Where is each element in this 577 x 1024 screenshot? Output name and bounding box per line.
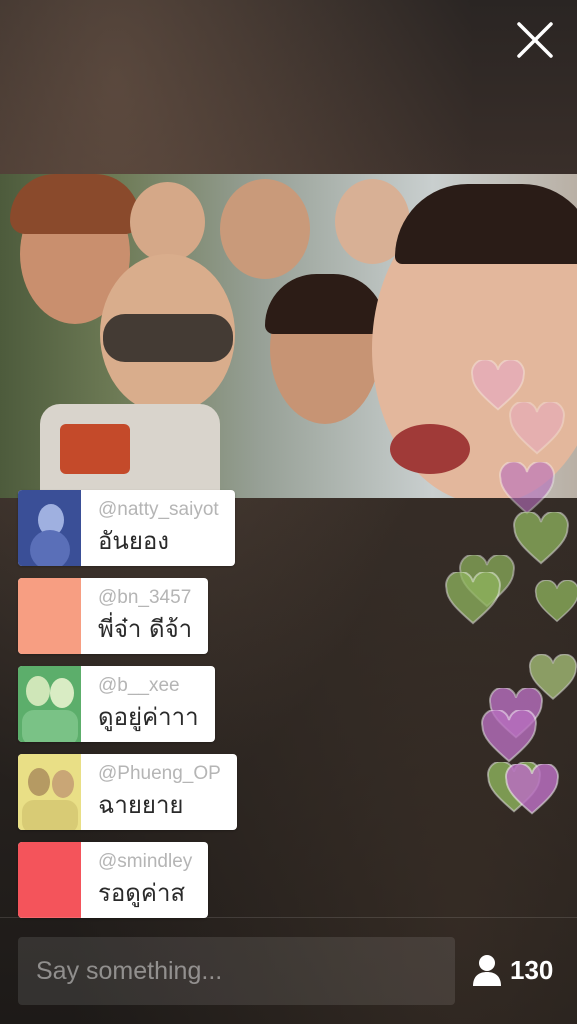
comment-username: @natty_saiyot [98,499,219,520]
heart-icon [513,512,569,565]
comment-message: พี่จ๋า ดีจ้า [98,615,193,643]
comment-input[interactable] [18,937,455,1005]
comment-username: @b__xee [98,675,180,696]
comment-item: @Phueng_OP ฉายยาย [18,754,237,830]
avatar [18,578,81,654]
comment-message: ดูอยู่ค่าาา [98,703,199,731]
comment-username: @Phueng_OP [98,763,221,784]
heart-icon [534,580,577,623]
comment-username: @smindley [98,851,193,872]
comment-message: ฉายยาย [98,791,184,819]
sunglasses [103,314,233,362]
close-button[interactable] [515,20,555,60]
heart-icon [505,764,559,815]
avatar [18,754,81,830]
person-hair [265,274,385,334]
divider [0,917,577,918]
shirt-pattern [60,424,130,474]
hearts-overlay [440,350,577,820]
comment-item: @bn_3457 พี่จ๋า ดีจ้า [18,578,209,654]
person-hair [395,184,577,264]
avatar [18,666,81,742]
comment-username: @bn_3457 [98,587,192,608]
heart-icon [481,710,537,763]
person-icon [473,955,501,986]
heart-icon [445,572,501,625]
viewer-count-value: 130 [510,954,554,985]
heart-icon [499,462,555,515]
comment-item: @b__xee ดูอยู่ค่าาา [18,666,215,742]
comment-message: รอดูค่าส [98,879,186,907]
viewer-count[interactable]: 130 [472,950,553,990]
avatar [18,842,81,918]
person-hair [10,174,140,234]
comment-message: อันยอง [98,527,170,555]
heart-icon [509,402,565,455]
close-icon [517,22,553,58]
comment-item: @smindley รอดูค่าส [18,842,209,918]
person-face [130,182,205,262]
comment-item: @natty_saiyot อันยอง [18,490,235,566]
person-face [220,179,310,279]
avatar [18,490,81,566]
